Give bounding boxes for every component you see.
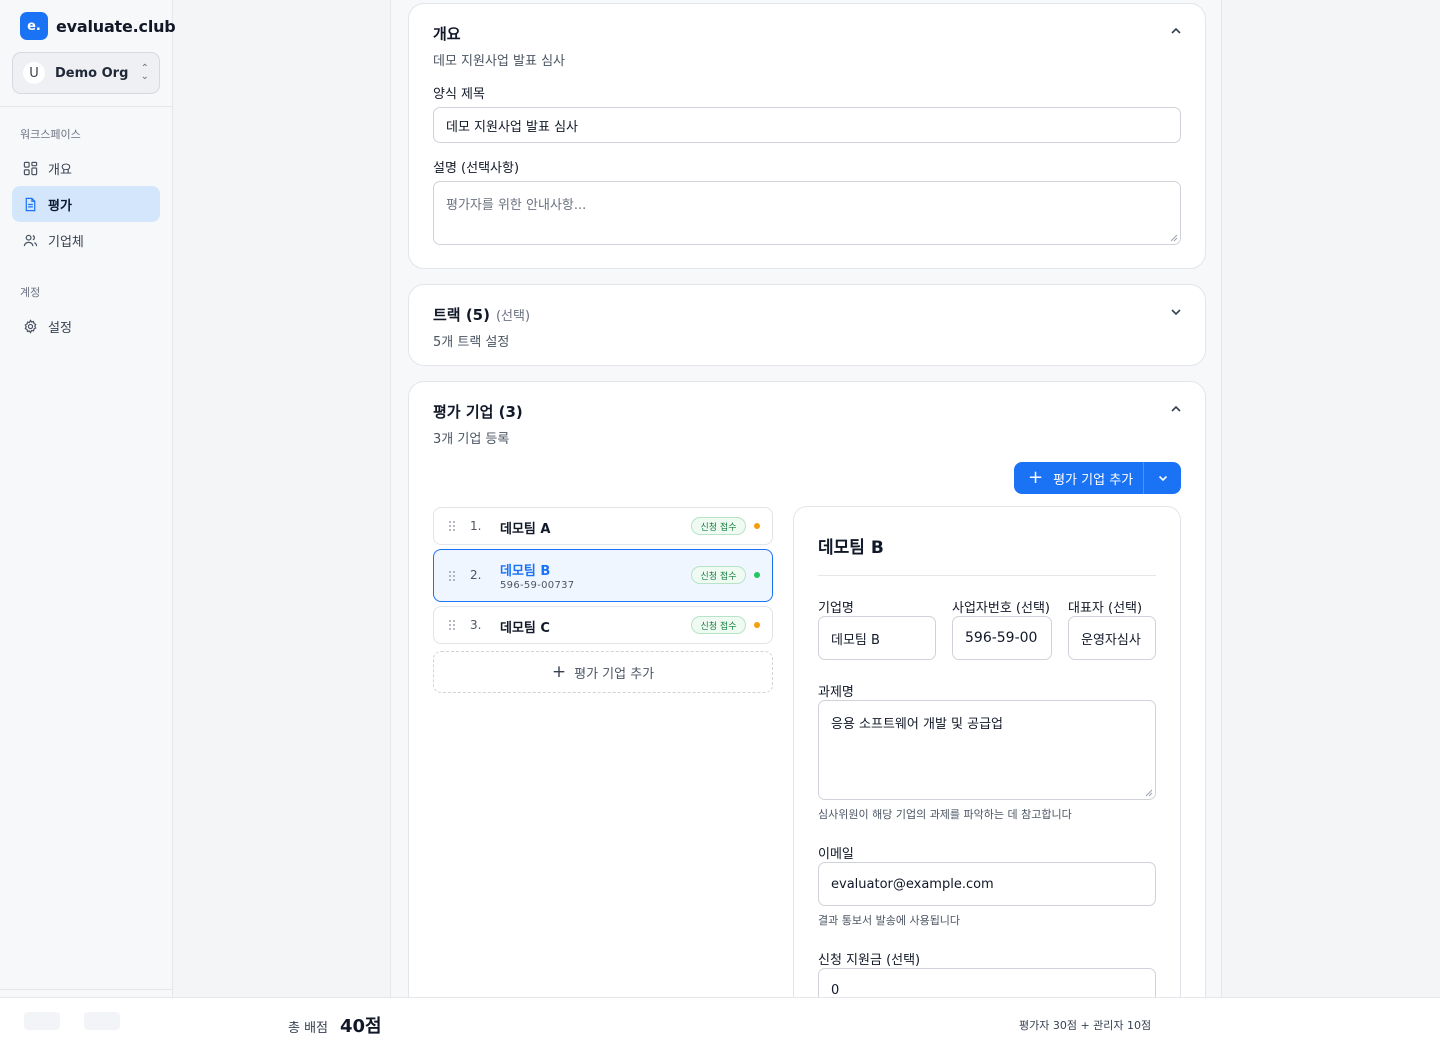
company-name: 데모팀 B [500,564,551,579]
brand-name: evaluate.club [56,16,176,36]
sidebar-item-companies[interactable]: 기업체 [12,222,160,258]
companies-card: 평가 기업 (3) 3개 기업 등록 + 평가 기업 추가 1. 데모팀 A 신… [408,381,1206,1050]
chevron-down-icon[interactable] [1169,305,1183,319]
company-detail-panel: 데모팀 B 기업명 데모팀 B 사업자번호 (선택) 596-59-00 대표자… [793,506,1181,1026]
email-label: 이메일 [818,847,854,862]
sidebar: e. evaluate.club U Demo Org ⌃ ⌄ 워크스페이스 개요… [0,0,176,1050]
plus-icon: + [1028,467,1044,488]
document-icon [25,197,36,211]
tracks-title-text: 트랙 (5) [433,306,490,324]
project-value: 응용 소프트웨어 개발 및 공급업 [831,717,1004,732]
grid-icon [23,161,38,175]
description-textarea[interactable]: 평가자를 위한 안내사항... [433,181,1181,245]
sidebar-divider [0,106,173,107]
email-input[interactable]: evaluator@example.com [818,862,1156,906]
footer-ghost-element [84,1012,120,1030]
project-label: 과제명 [818,685,854,700]
sidebar-item-label: 평가 [48,198,72,214]
overview-subtitle: 데모 지원사업 발표 심사 [433,54,565,69]
sidebar-item-evaluation[interactable]: 평가 [12,186,160,222]
status-badge: 신청 접수 [691,517,746,535]
ceo-input[interactable]: 운영자심사 [1068,616,1156,660]
tracks-card[interactable]: 트랙 (5) (선택) 5개 트랙 설정 [408,284,1206,366]
company-number: 1. [470,519,482,533]
status-dot [754,572,760,578]
gear-icon [24,318,37,334]
description-placeholder: 평가자를 위한 안내사항... [446,198,587,213]
company-list-item-selected[interactable]: 2. 데모팀 B 596-59-00737 신청 접수 [433,549,773,602]
detail-title: 데모팀 B [818,538,884,558]
sidebar-item-label: 개요 [48,162,72,178]
company-name: 데모팀 C [500,621,550,636]
email-helper-text: 결과 통보서 발송에 사용됩니다 [818,914,961,927]
brand[interactable]: e. evaluate.club [20,12,176,40]
score-breakdown: 평가자 30점 + 관리자 10점 [1019,1019,1152,1032]
drag-handle-icon[interactable] [448,570,456,582]
ceo-label: 대표자 (선택) [1068,601,1143,616]
add-company-button[interactable]: + 평가 기업 추가 [1014,462,1144,494]
companies-subtitle: 3개 기업 등록 [433,432,510,447]
org-switcher[interactable]: U Demo Org ⌃ ⌄ [12,52,160,94]
score-footer: 총 배점 40점 평가자 30점 + 관리자 10점 [0,997,1440,1050]
status-dot [754,622,760,628]
resize-handle-icon[interactable] [1170,234,1178,242]
chevron-up-icon[interactable] [1169,402,1183,416]
workspace-section-label: 워크스페이스 [20,128,81,141]
grant-label: 신청 지원금 (선택) [818,953,921,968]
biz-number-label: 사업자번호 (선택) [952,601,1050,616]
footer-ghost-element [24,1012,60,1030]
account-section-label: 계정 [20,286,41,299]
tracks-optional-tag: (선택) [495,309,531,324]
companies-title: 평가 기업 (3) [433,403,523,421]
status-badge: 신청 접수 [691,566,746,584]
overview-title: 개요 [433,25,461,43]
detail-divider [818,575,1156,576]
overview-card: 개요 데모 지원사업 발표 심사 양식 제목 데모 지원사업 발표 심사 설명 … [408,3,1206,269]
form-title-input[interactable]: 데모 지원사업 발표 심사 [433,107,1181,143]
add-company-split-button: + 평가 기업 추가 [1014,462,1181,494]
sidebar-bottom-divider [0,989,173,990]
org-avatar: U [23,62,45,84]
brand-logo: e. [20,12,48,40]
description-label: 설명 (선택사항) [433,161,520,176]
sidebar-item-overview[interactable]: 개요 [12,150,160,186]
plus-icon: + [551,662,567,682]
company-list-item[interactable]: 3. 데모팀 C 신청 접수 [433,606,773,644]
tracks-title: 트랙 (5) (선택) [433,304,530,325]
total-score-value: 40점 [340,1016,382,1037]
company-name-label: 기업명 [818,601,854,616]
company-biz-number: 596-59-00737 [500,580,575,591]
resize-handle-icon[interactable] [1145,789,1153,797]
chevron-up-icon[interactable] [1169,24,1183,38]
add-company-dropdown-button[interactable] [1144,472,1181,484]
total-score-label: 총 배점 [288,1021,329,1036]
sidebar-item-settings[interactable]: 설정 [12,308,160,344]
sidebar-item-label: 설정 [48,320,72,336]
company-number: 3. [470,618,482,632]
status-badge: 신청 접수 [691,616,746,634]
drag-handle-icon[interactable] [448,619,456,631]
form-title-label: 양식 제목 [433,87,485,102]
status-dot [754,523,760,529]
chevron-down-icon [1158,475,1167,482]
sidebar-item-label: 기업체 [48,234,84,250]
add-company-dashed-button[interactable]: + 평가 기업 추가 [433,651,773,693]
chevron-up-down-icon: ⌃ ⌄ [140,63,149,82]
company-list-item[interactable]: 1. 데모팀 A 신청 접수 [433,507,773,545]
users-icon [23,234,38,246]
company-name: 데모팀 A [500,522,551,537]
add-company-dashed-label: 평가 기업 추가 [574,666,655,682]
company-name-input[interactable]: 데모팀 B [818,616,936,660]
tracks-subtitle: 5개 트랙 설정 [433,335,510,350]
add-company-label: 평가 기업 추가 [1053,472,1134,488]
drag-handle-icon[interactable] [448,520,456,532]
org-name: Demo Org [55,65,129,81]
project-helper-text: 심사위원이 해당 기업의 과제를 파악하는 데 참고합니다 [818,808,1072,821]
main-content: 개요 데모 지원사업 발표 심사 양식 제목 데모 지원사업 발표 심사 설명 … [390,0,1222,1050]
biz-number-input[interactable]: 596-59-00 [952,616,1052,660]
company-number: 2. [470,568,482,582]
project-textarea[interactable]: 응용 소프트웨어 개발 및 공급업 [818,700,1156,800]
